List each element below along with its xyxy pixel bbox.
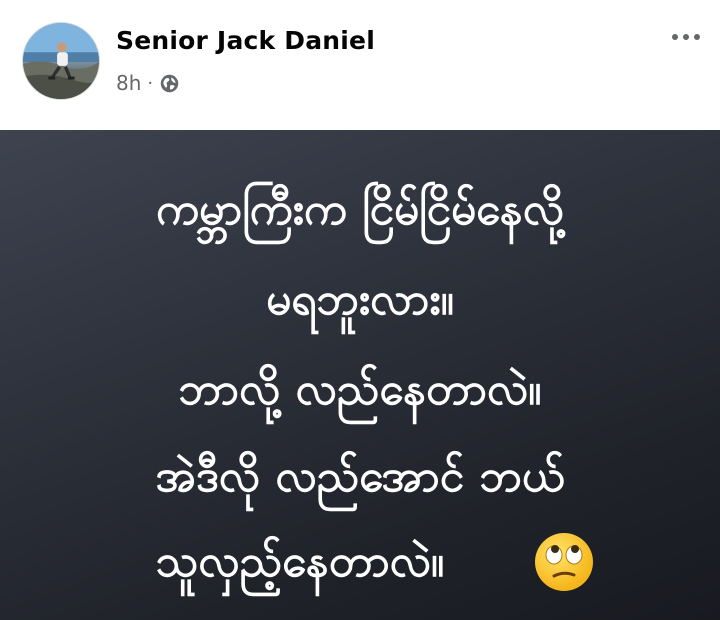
- more-options-icon-dot: [683, 34, 689, 40]
- globe-icon[interactable]: [159, 73, 180, 94]
- post-timestamp[interactable]: 8h: [116, 71, 141, 95]
- author-name[interactable]: Senior Jack Daniel: [116, 26, 375, 55]
- avatar-photo: [23, 23, 99, 99]
- more-options-icon: [672, 34, 678, 40]
- post-text-card[interactable]: ကမ္ဘာကြီးက ငြိမ်ငြိမ်နေလို့ မရဘူးလား။ ဘာ…: [0, 130, 720, 620]
- post-text-line: သူလှည့်နေတာလဲ။: [155, 536, 445, 587]
- post-meta: 8h ·: [116, 70, 180, 96]
- post-text-line: မရဘူးလား။: [266, 274, 454, 325]
- post-text-line: အဲဒီလို လည်အောင် ဘယ်: [155, 451, 565, 502]
- post-text-line: ကမ္ဘာကြီးက ငြိမ်ငြိမ်နေလို့: [155, 184, 565, 235]
- more-options-icon-dot: [694, 34, 700, 40]
- more-options-button[interactable]: [668, 22, 704, 52]
- face-with-rolling-eyes-icon: [535, 533, 593, 591]
- post-header: Senior Jack Daniel 8h ·: [0, 0, 720, 130]
- meta-separator: ·: [147, 72, 154, 94]
- post-text-line: ဘာလို့ လည်နေတာလဲ။: [178, 364, 542, 415]
- avatar[interactable]: [22, 22, 100, 100]
